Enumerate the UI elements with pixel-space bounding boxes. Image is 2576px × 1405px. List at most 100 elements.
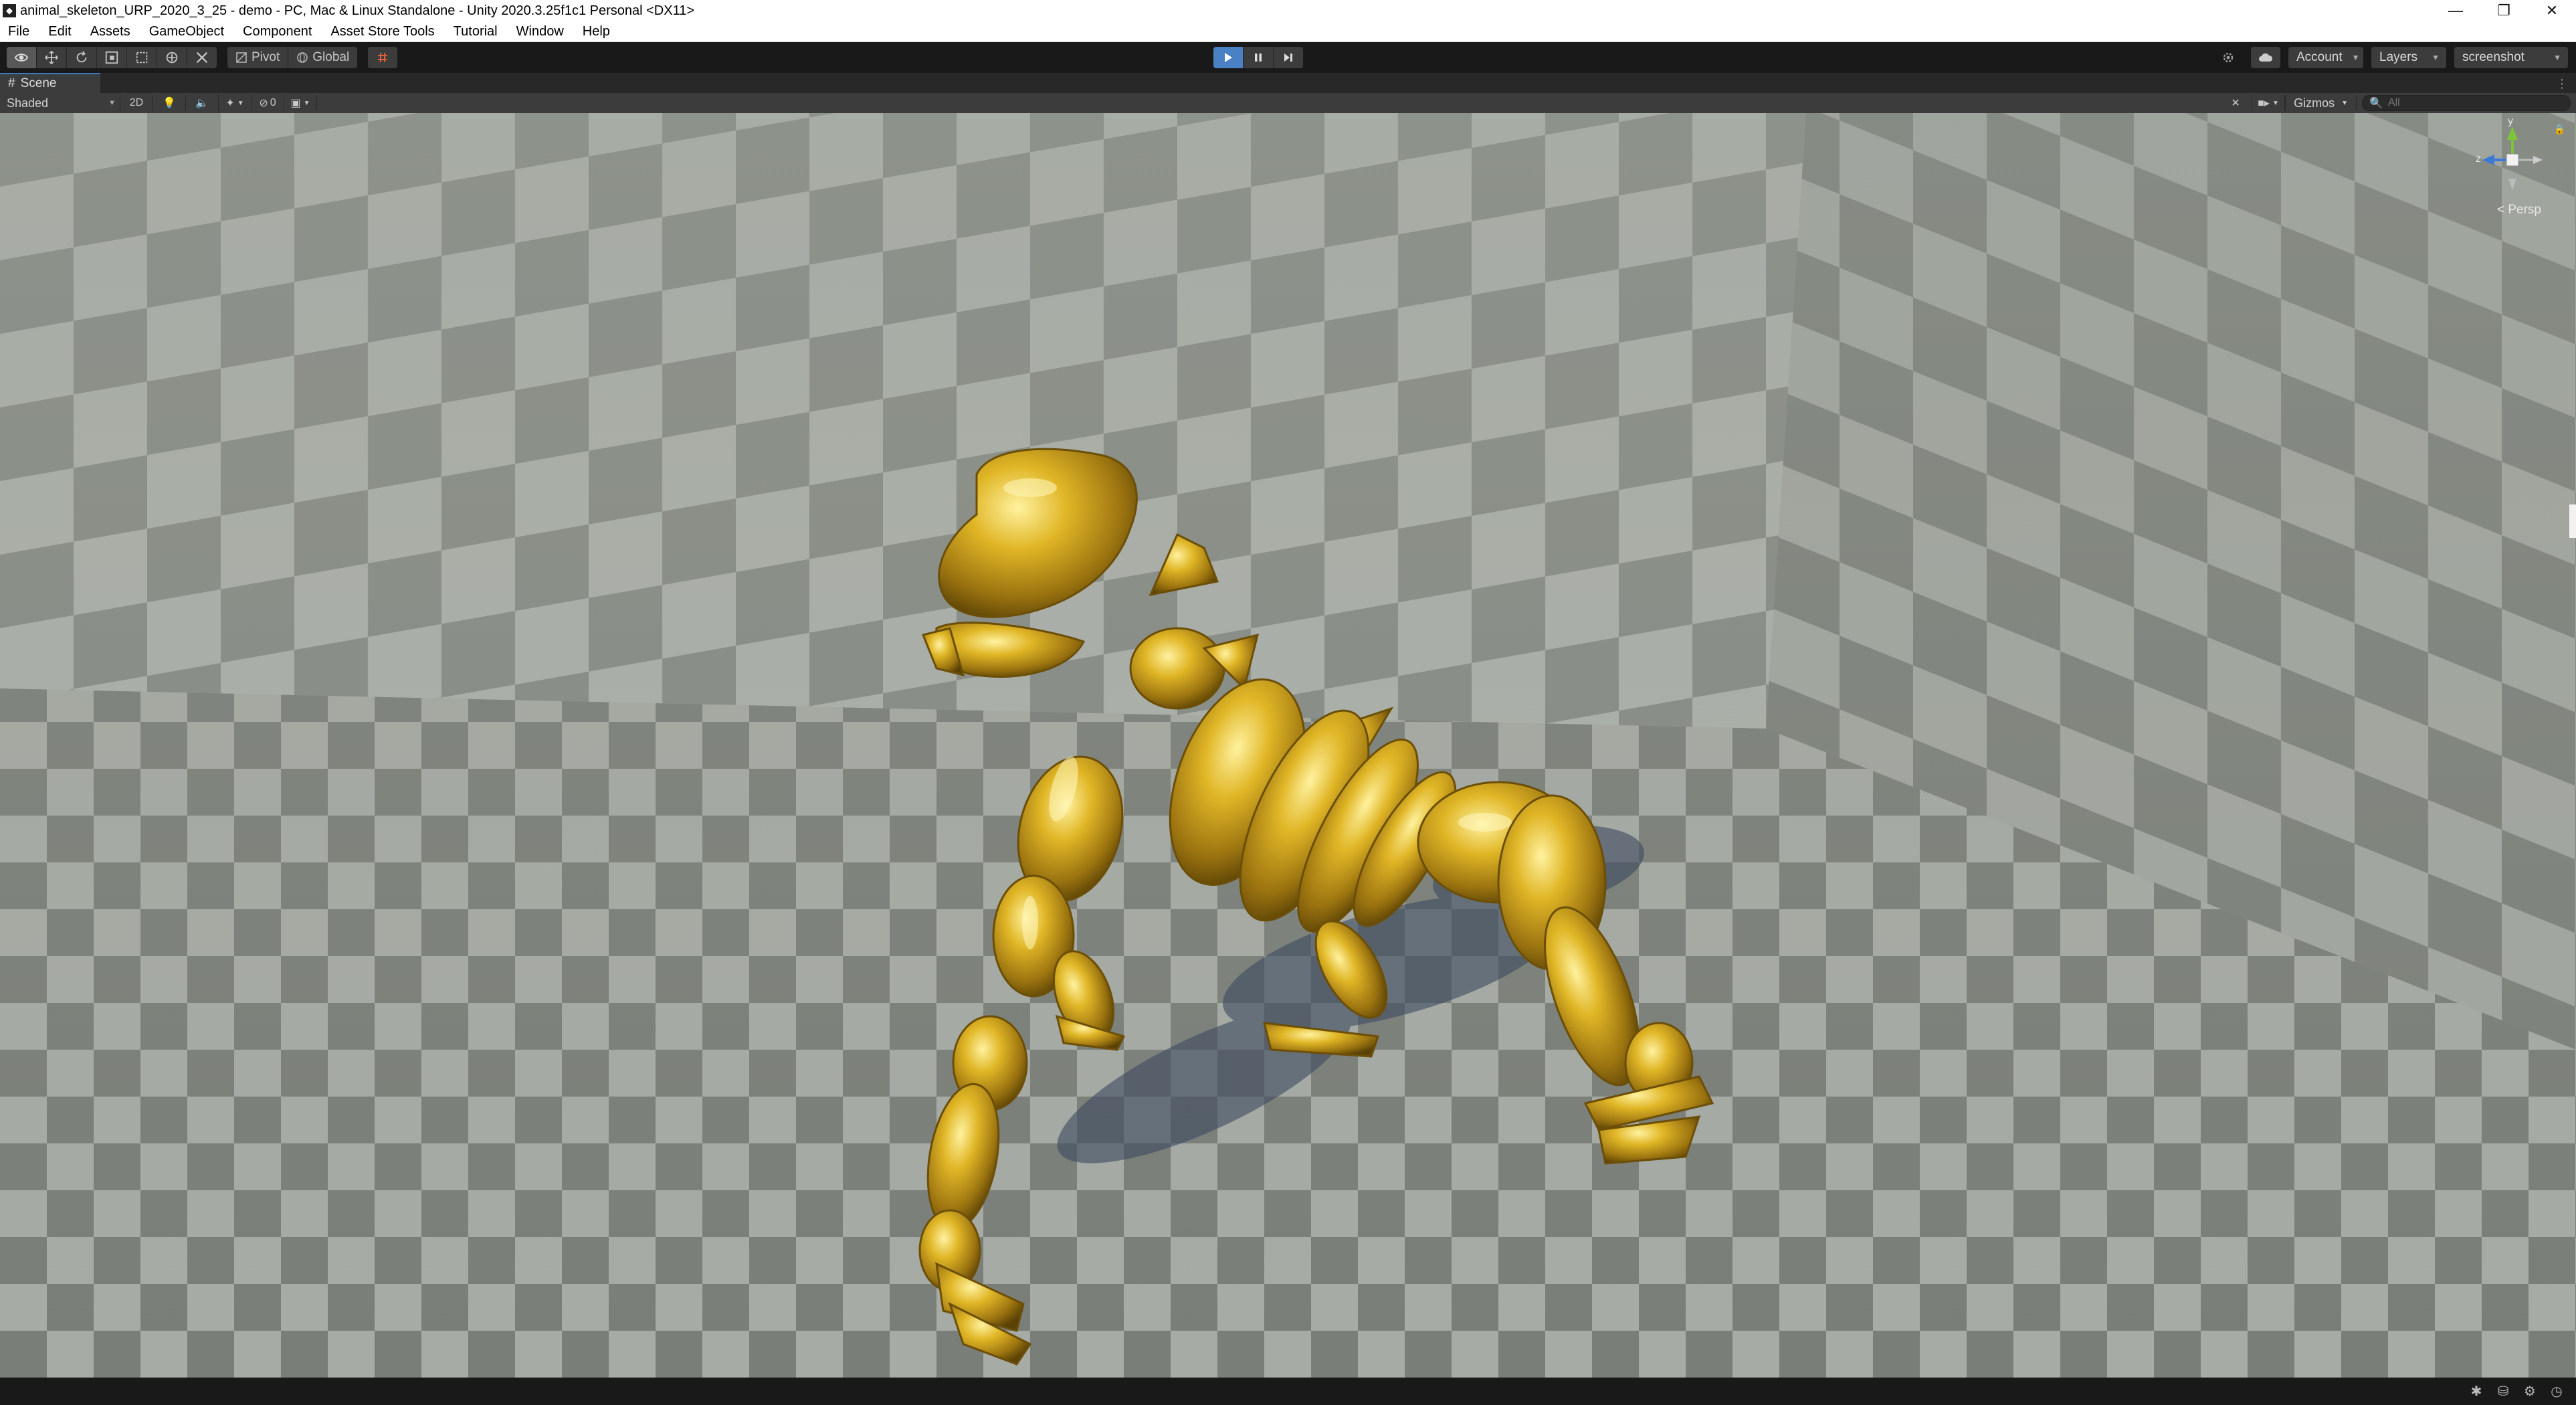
chevron-down-icon: ▼ [108, 99, 116, 107]
menu-help[interactable]: Help [573, 21, 619, 41]
scene-view-controls: Shaded ▼ 2D 💡 🔈 ✦ ▼ ⊘ 0 ▣ ▼ ✕ ■▸ ▼ Gizmo… [0, 93, 2576, 113]
axis-y-label: y [2508, 116, 2513, 127]
hidden-objects-toggle[interactable]: ⊘ 0 [252, 95, 284, 111]
chevron-down-icon: ▼ [2351, 53, 2360, 62]
grid-snap-button[interactable] [368, 47, 398, 68]
chevron-down-icon: ▼ [2341, 99, 2348, 107]
restore-button[interactable]: ❐ [2480, 0, 2528, 21]
close-button[interactable]: ✕ [2528, 0, 2576, 21]
global-button[interactable]: Global [288, 47, 358, 68]
global-label: Global [312, 50, 350, 64]
eye-icon [14, 54, 29, 62]
view-tool-button[interactable] [7, 47, 37, 68]
toolbar-right: Account ▼ Layers ▼ screenshot ▼ [2213, 47, 2568, 68]
play-button[interactable] [1213, 47, 1244, 68]
window-controls: — ❐ ✕ [2432, 0, 2576, 21]
rotate-icon [76, 51, 87, 63]
camera-settings-dropdown[interactable]: ▣ ▼ [284, 95, 317, 111]
main-toolbar: Pivot Global Account ▼ Layers ▼ screensh… [0, 42, 2576, 73]
camera-mode-dropdown[interactable]: ■▸ ▼ [2252, 95, 2286, 111]
progress-icon[interactable]: ◷ [2548, 1382, 2565, 1400]
chevron-down-icon: ▼ [2272, 99, 2279, 107]
scene-tab-label: Scene [20, 76, 57, 90]
tab-menu-icon[interactable]: ⋮ [2556, 77, 2568, 91]
cloud-button[interactable] [2251, 47, 2280, 68]
video-camera-icon: ■▸ [2258, 98, 2270, 109]
bug-icon[interactable]: ✱ [2468, 1382, 2485, 1400]
audio-toggle[interactable]: 🔈 [186, 95, 219, 111]
debug-mode-icon[interactable]: ⚙ [2521, 1382, 2539, 1400]
menu-file[interactable]: File [0, 21, 39, 41]
shading-mode-label: Shaded [7, 96, 49, 110]
chevron-down-icon: ▼ [237, 99, 244, 107]
transform-tool-button[interactable] [157, 47, 187, 68]
projection-label[interactable]: < Persp [2497, 203, 2541, 217]
account-dropdown[interactable]: Account ▼ [2288, 47, 2363, 68]
pivot-icon [236, 52, 247, 63]
menu-component[interactable]: Component [233, 21, 321, 41]
2d-label: 2D [129, 97, 144, 108]
pivot-button[interactable]: Pivot [227, 47, 289, 68]
eye-slash-icon: ⊘ [259, 98, 268, 109]
scene-viewport[interactable]: y z < Persp 🔒 [0, 113, 2576, 1378]
playback-controls [1213, 47, 1303, 68]
minimize-button[interactable]: — [2432, 0, 2480, 21]
menu-gameobject[interactable]: GameObject [140, 21, 233, 41]
grid-snap-icon [378, 53, 388, 62]
step-button[interactable] [1274, 47, 1303, 68]
layers-dropdown[interactable]: Layers ▼ [2371, 47, 2446, 68]
pause-icon [1255, 54, 1262, 62]
play-icon [1225, 53, 1232, 62]
rect-tool-button[interactable] [127, 47, 157, 68]
chevron-down-icon: ▼ [303, 99, 310, 107]
layout-label: screenshot [2462, 50, 2524, 64]
status-icons: ✱ ⛁ ⚙ ◷ [2468, 1382, 2565, 1400]
gizmos-label: Gizmos [2294, 96, 2335, 110]
window-title: animal_skeleton_URP_2020_3_25 - demo - P… [20, 3, 695, 18]
speaker-icon: 🔈 [195, 98, 209, 109]
rotate-tool-button[interactable] [67, 47, 97, 68]
tools-toggle[interactable]: ✕ [2219, 95, 2253, 111]
scene-render[interactable] [0, 113, 2576, 1378]
pause-button[interactable] [1244, 47, 1274, 68]
menu-edit[interactable]: Edit [39, 21, 80, 41]
move-icon [45, 51, 58, 64]
menu-assets[interactable]: Assets [81, 21, 140, 41]
gear-icon [2223, 52, 2234, 63]
menu-window[interactable]: Window [507, 21, 573, 41]
move-tool-button[interactable] [37, 47, 67, 68]
custom-tool-button[interactable] [187, 47, 217, 68]
toggle-2d-button[interactable]: 2D [120, 95, 153, 111]
rect-icon [136, 52, 148, 64]
cache-icon[interactable]: ⛁ [2494, 1382, 2512, 1400]
status-bar: ✱ ⛁ ⚙ ◷ [0, 1378, 2576, 1405]
cloud-icon [2259, 53, 2273, 62]
lighting-toggle[interactable]: 💡 [153, 95, 186, 111]
effects-icon: ✦ [225, 98, 235, 109]
axis-gizmo-icon[interactable] [2476, 120, 2549, 207]
chevron-down-icon: ▼ [2432, 53, 2440, 62]
custom-tool-icon [196, 52, 208, 64]
scene-search[interactable]: 🔍 [2362, 95, 2571, 111]
tab-scene[interactable]: # Scene [0, 73, 100, 93]
search-icon: 🔍 [2369, 98, 2383, 109]
gizmos-dropdown[interactable]: Gizmos ▼ [2285, 95, 2357, 111]
account-label: Account [2296, 50, 2343, 64]
step-icon [1284, 54, 1292, 62]
hash-icon: # [8, 76, 15, 90]
shading-mode-dropdown[interactable]: Shaded ▼ [3, 95, 120, 111]
camera-icon: ▣ [290, 98, 301, 109]
unity-icon: ◆ [3, 4, 16, 17]
hidden-count: 0 [270, 97, 276, 108]
services-button[interactable] [2213, 47, 2243, 68]
lock-icon[interactable]: 🔒 [2554, 124, 2565, 135]
window-title-bar: ◆ animal_skeleton_URP_2020_3_25 - demo -… [0, 0, 2576, 21]
globe-icon [297, 52, 308, 63]
menu-asset-store-tools[interactable]: Asset Store Tools [321, 21, 443, 41]
layout-dropdown[interactable]: screenshot ▼ [2454, 47, 2568, 68]
scale-tool-button[interactable] [97, 47, 127, 68]
search-input[interactable] [2386, 96, 2550, 110]
effects-dropdown[interactable]: ✦ ▼ [219, 95, 252, 111]
viewport-scroll-handle[interactable] [2569, 504, 2576, 538]
menu-tutorial[interactable]: Tutorial [444, 21, 507, 41]
